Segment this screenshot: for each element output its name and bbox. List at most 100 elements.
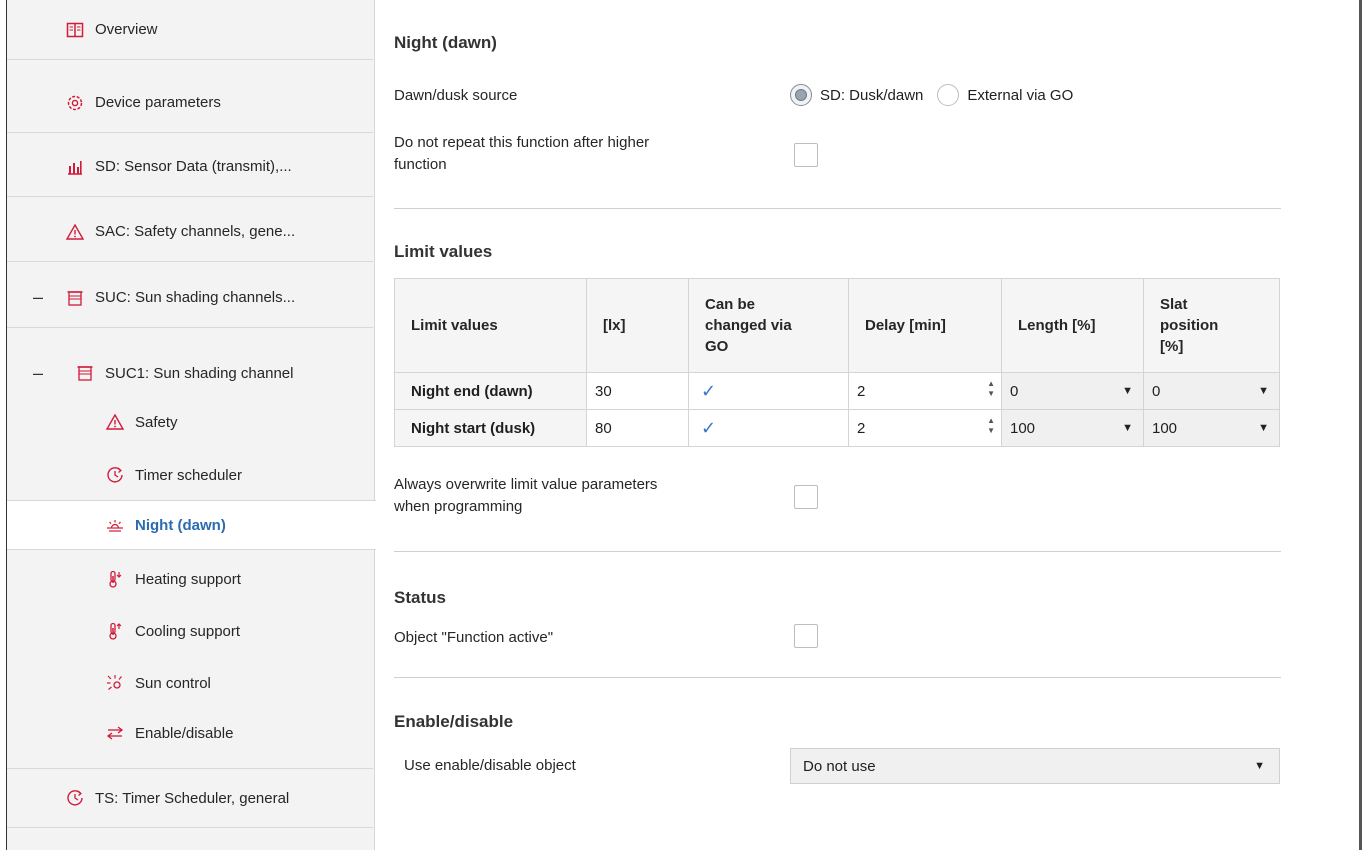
sidebar-item-label: SUC1: Sun shading channel [105,364,294,382]
function-active-checkbox[interactable] [794,624,818,648]
delay-value: 2 [857,382,866,400]
changeable-checkbox[interactable]: ✓ [688,372,849,410]
overwrite-label-line-1: Always overwrite limit value parameters [394,476,658,493]
header-line: [%] [1160,338,1184,355]
header-line: Slat [1160,296,1188,313]
check-icon: ✓ [701,417,717,438]
sidebar-item-label: Timer scheduler [135,466,242,484]
limit-values-title: Limit values [394,242,493,261]
sidebar-item-sensor-data[interactable]: SD: Sensor Data (transmit),... [7,137,373,197]
slat-value: 0 [1152,382,1161,400]
gear-icon [65,93,85,113]
caret-down-icon: ▼ [1254,760,1265,772]
sidebar-item-sun-control[interactable]: Sun control [7,658,373,708]
slat-value: 100 [1152,419,1178,437]
radio-label: External via GO [967,86,1074,104]
overwrite-label-line-2: when programming [394,498,523,515]
sun-icon [105,673,125,693]
no-repeat-label: Do not repeat this function after higher… [394,132,649,176]
header-line: position [1160,317,1219,334]
sidebar-item-cooling-support[interactable]: Cooling support [7,606,373,656]
use-enable-value: Do not use [803,757,876,775]
radio-label: SD: Dusk/dawn [820,86,924,104]
divider [394,208,1281,209]
sidebar-item-device-parameters[interactable]: Device parameters [7,73,373,133]
slat-dropdown[interactable]: 100 ▼ [1143,409,1280,447]
caret-down-icon: ▼ [1122,422,1133,434]
enable-disable-title: Enable/disable [394,712,514,731]
delay-value: 2 [857,419,866,437]
length-dropdown[interactable]: 0 ▼ [1001,372,1144,410]
sidebar-item-label: Cooling support [135,622,241,640]
sidebar-item-label: Enable/disable [135,724,234,742]
column-header-changeable: Can be changed via GO [688,278,849,373]
sidebar-item-safety-channels[interactable]: SAC: Safety channels, gene... [7,202,373,262]
swap-arrows-icon [105,723,125,743]
overwrite-label: Always overwrite limit value parameters … [394,474,657,518]
sensor-data-icon [65,157,85,177]
column-header-limit-values: Limit values [394,278,587,373]
overwrite-checkbox[interactable] [794,485,818,509]
sidebar-item-timer-scheduler-general[interactable]: TS: Timer Scheduler, general [7,768,373,828]
thermometer-down-icon [105,569,125,589]
main-panel: Night (dawn) Dawn/dusk source SD: Dusk/d… [376,0,1359,850]
column-header-delay: Delay [min] [848,278,1002,373]
sidebar-item-sun-shading-channels[interactable]: – SUC: Sun shading channels... [7,268,373,328]
blind-icon [65,288,85,308]
timer-icon [65,788,85,808]
divider [394,677,1281,678]
sidebar-item-label: SD: Sensor Data (transmit),... [95,158,292,175]
sidebar-item-label: SUC: Sun shading channels... [95,289,296,306]
dawn-dusk-source-radio-group: SD: Dusk/dawn External via GO [790,84,1087,106]
sidebar-item-safety[interactable]: Safety [7,397,373,447]
collapse-toggle[interactable]: – [31,287,45,308]
column-header-lx: [lx] [586,278,689,373]
limit-values-table: Limit values [lx] Can be changed via GO … [394,278,1280,447]
use-enable-select[interactable]: Do not use ▼ [790,748,1280,784]
no-repeat-checkbox[interactable] [794,143,818,167]
sidebar: Overview Device parameters SD: Sensor Da… [7,0,376,850]
changeable-checkbox[interactable]: ✓ [688,409,849,447]
divider [394,551,1281,552]
column-header-slat-position: Slat position [%] [1143,278,1280,373]
page-title: Night (dawn) [394,33,497,52]
sidebar-item-overview[interactable]: Overview [7,0,373,60]
function-active-label: Object "Function active" [394,629,554,646]
sidebar-item-label: Sun control [135,674,211,692]
blind-icon [75,363,95,383]
row-name: Night end (dawn) [394,372,587,410]
sidebar-item-label: TS: Timer Scheduler, general [95,789,290,807]
collapse-toggle[interactable]: – [31,363,45,384]
radio-external-via-go[interactable] [937,84,960,106]
sidebar-item-label: Overview [95,21,158,38]
dawn-dusk-source-label: Dawn/dusk source [394,87,518,104]
sidebar-item-label: Night (dawn) [135,516,226,534]
lx-input[interactable]: 30 [586,372,689,410]
delay-spinner[interactable]: 2 ▲ ▼ [848,372,1002,410]
no-repeat-label-line-1: Do not repeat this function after higher [394,134,650,151]
row-name: Night start (dusk) [394,409,587,447]
caret-down-icon: ▼ [1258,385,1269,397]
book-icon [65,20,85,40]
header-line: GO [705,338,729,355]
spinner-arrows-icon[interactable]: ▲ ▼ [987,416,995,436]
warning-icon [65,222,85,242]
slat-dropdown[interactable]: 0 ▼ [1143,372,1280,410]
radio-sd-dusk-dawn[interactable] [790,84,812,106]
status-title: Status [394,588,446,607]
spinner-arrows-icon[interactable]: ▲ ▼ [987,379,995,399]
check-icon: ✓ [701,380,717,401]
lx-input[interactable]: 80 [586,409,689,447]
sidebar-item-timer-scheduler[interactable]: Timer scheduler [7,450,373,500]
sidebar-item-label: Device parameters [95,94,221,111]
header-line: Can be [705,296,756,313]
table-row: Night start (dusk) 80 ✓ 2 ▲ ▼ 100 ▼ 100 ▼ [394,409,1280,447]
sidebar-item-label: Heating support [135,570,241,588]
sidebar-item-night-dawn[interactable]: Night (dawn) [7,500,376,550]
length-dropdown[interactable]: 100 ▼ [1001,409,1144,447]
sidebar-item-heating-support[interactable]: Heating support [7,554,373,604]
length-value: 0 [1010,382,1019,400]
sidebar-item-suc1[interactable]: – SUC1: Sun shading channel [7,348,373,398]
delay-spinner[interactable]: 2 ▲ ▼ [848,409,1002,447]
sidebar-item-enable-disable[interactable]: Enable/disable [7,708,373,758]
